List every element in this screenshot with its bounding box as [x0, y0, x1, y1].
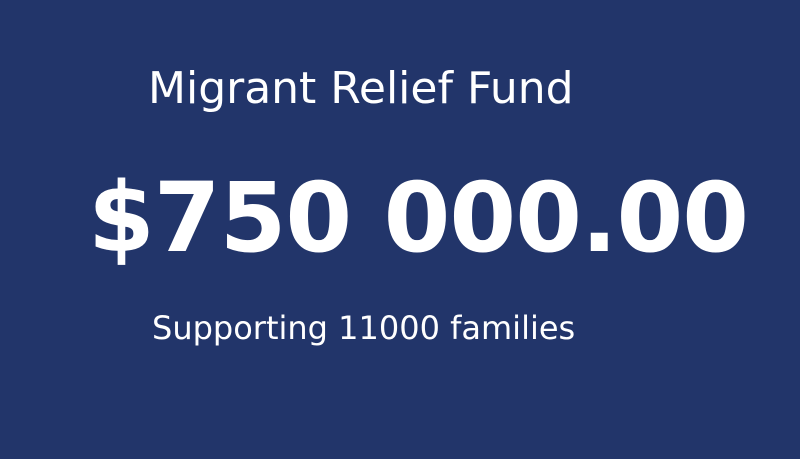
fund-subtitle: Supporting 11000 families	[152, 309, 576, 347]
fund-card: Migrant Relief Fund $750 000.00 Supporti…	[0, 0, 800, 459]
fund-title: Migrant Relief Fund	[148, 63, 574, 114]
fund-amount: $750 000.00	[88, 162, 749, 274]
